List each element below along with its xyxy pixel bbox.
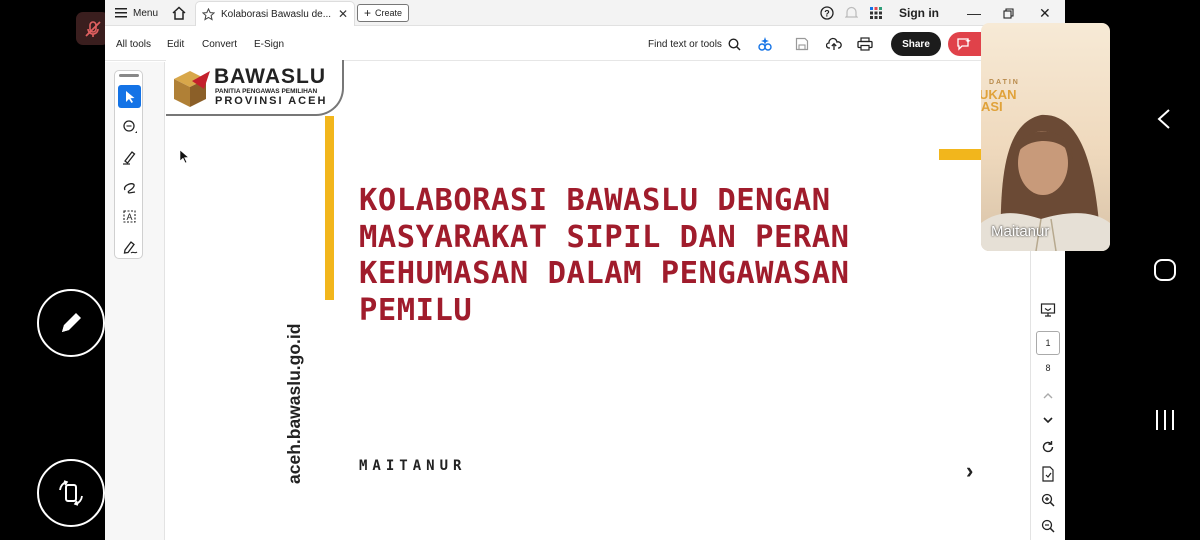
esign-menu[interactable]: E-Sign: [254, 27, 284, 61]
logo-region: PROVINSI ACEH: [215, 95, 328, 107]
ai-tools-button[interactable]: [757, 27, 773, 61]
sparkle-tools-icon: [758, 37, 772, 51]
zoom-in-icon[interactable]: [1041, 493, 1055, 507]
vertical-accent-bar: [325, 116, 334, 300]
title-line: MASYARAKAT SIPIL DAN PERAN: [359, 219, 850, 255]
ai-chat-icon: [957, 38, 971, 51]
comment-icon: [122, 119, 137, 133]
text-box-tool[interactable]: A: [118, 205, 141, 228]
bell-icon: [845, 6, 858, 18]
save-button[interactable]: [795, 27, 809, 61]
zoom-out-icon[interactable]: [1041, 519, 1055, 533]
participant-video-tile[interactable]: DATIN UKAN ASI Maitanur: [981, 23, 1110, 251]
logo-name: BAWASLU: [214, 65, 326, 88]
title-line: KOLABORASI BAWASLU DENGAN: [359, 183, 831, 218]
tab-bar: Menu Kolaborasi Bawaslu de... ✕ + Create: [105, 0, 1065, 26]
home-nav-icon[interactable]: [1153, 258, 1177, 282]
document-page: BAWASLU PANITIA PENGAWAS PEMILIHAN PROVI…: [166, 60, 1068, 540]
minimize-button[interactable]: —: [967, 0, 981, 26]
participant-figure: [981, 114, 1110, 251]
menu-label: Menu: [133, 7, 159, 19]
back-nav-icon[interactable]: [1156, 108, 1172, 130]
apps-button[interactable]: [870, 0, 882, 26]
home-icon: [172, 6, 186, 20]
logo-subtitle: PANITIA PENGAWAS PEMILIHAN: [215, 88, 318, 95]
left-tool-rail: A: [105, 62, 165, 540]
pdf-viewer-window: Menu Kolaborasi Bawaslu de... ✕ + Create: [105, 0, 1068, 540]
next-slide-arrow[interactable]: ›: [966, 458, 973, 484]
website-url: aceh.bawaslu.go.id: [284, 323, 304, 484]
recent-apps-nav-icon[interactable]: [1154, 408, 1176, 432]
home-button[interactable]: [171, 0, 187, 26]
share-button[interactable]: Share: [891, 32, 941, 56]
rotate-icon: [59, 480, 83, 506]
next-page-icon[interactable]: [1042, 416, 1054, 424]
mouse-pointer-icon: [179, 149, 190, 164]
tab-title: Kolaborasi Bawaslu de...: [221, 8, 332, 20]
comment-tool[interactable]: [118, 115, 141, 138]
draw-tool[interactable]: [118, 145, 141, 168]
freehand-curve-icon: [123, 182, 135, 194]
author-name: MAITANUR: [359, 458, 467, 474]
find-label: Find text or tools: [648, 38, 722, 50]
participant-name: Maitanur: [991, 223, 1050, 240]
mic-off-icon: [84, 20, 101, 37]
main-toolbar: All tools Edit Convert E-Sign Find text …: [105, 27, 1065, 61]
convert-menu[interactable]: Convert: [202, 27, 237, 61]
plus-icon: +: [363, 6, 371, 20]
create-button[interactable]: + Create: [357, 4, 409, 22]
rotate-page-icon[interactable]: [1041, 440, 1055, 454]
menu-button[interactable]: Menu: [115, 0, 158, 26]
sign-tool[interactable]: [118, 235, 141, 258]
rotate-screen-button[interactable]: [37, 459, 105, 527]
screen: Menu Kolaborasi Bawaslu de... ✕ + Create: [0, 0, 1200, 540]
annotate-button[interactable]: [37, 289, 105, 357]
edit-menu[interactable]: Edit: [167, 27, 184, 61]
sign-in-link[interactable]: Sign in: [899, 0, 939, 26]
help-icon: ?: [820, 6, 834, 20]
select-tool[interactable]: [118, 85, 141, 108]
create-label: Create: [375, 8, 403, 18]
document-tab[interactable]: Kolaborasi Bawaslu de... ✕: [195, 1, 355, 26]
freehand-tool[interactable]: [118, 175, 141, 198]
page-thumbnails-icon[interactable]: [1040, 302, 1056, 318]
title-line: PEMILU: [359, 292, 473, 328]
svg-text:?: ?: [824, 9, 830, 19]
svg-text:A: A: [126, 212, 132, 222]
title-line: KEHUMASAN DALAM PENGAWASAN: [359, 256, 850, 291]
all-tools-menu[interactable]: All tools: [116, 27, 151, 61]
slide-title: KOLABORASI BAWASLU DENGAN MASYARAKAT SIP…: [359, 183, 919, 329]
bawaslu-logo-icon: [174, 71, 210, 107]
total-pages: 8: [1045, 363, 1051, 373]
pencil-icon: [62, 313, 81, 332]
search-icon: [728, 37, 741, 51]
print-button[interactable]: [857, 27, 873, 61]
extract-page-icon[interactable]: [1041, 466, 1055, 482]
close-tab-icon[interactable]: ✕: [338, 7, 348, 21]
upload-button[interactable]: [826, 27, 842, 61]
current-page-input[interactable]: 1: [1036, 331, 1060, 355]
text-box-icon: A: [122, 209, 136, 223]
notifications-button[interactable]: [845, 0, 858, 26]
printer-icon: [857, 37, 873, 51]
previous-page-icon[interactable]: [1042, 392, 1054, 400]
star-icon[interactable]: [202, 7, 215, 21]
signature-pen-icon: [123, 240, 137, 254]
help-button[interactable]: ?: [820, 0, 834, 26]
find-text-or-tools[interactable]: Find text or tools: [648, 27, 741, 61]
drag-handle[interactable]: [119, 74, 139, 77]
highlighter-pen-icon: [122, 150, 135, 165]
restore-icon: [1003, 7, 1014, 19]
quick-tools-panel: A: [114, 70, 143, 259]
grid-icon: [870, 7, 882, 19]
cloud-upload-icon: [826, 37, 842, 50]
hamburger-icon: [115, 8, 127, 18]
save-icon: [795, 37, 809, 51]
cursor-arrow-icon: [125, 90, 134, 103]
